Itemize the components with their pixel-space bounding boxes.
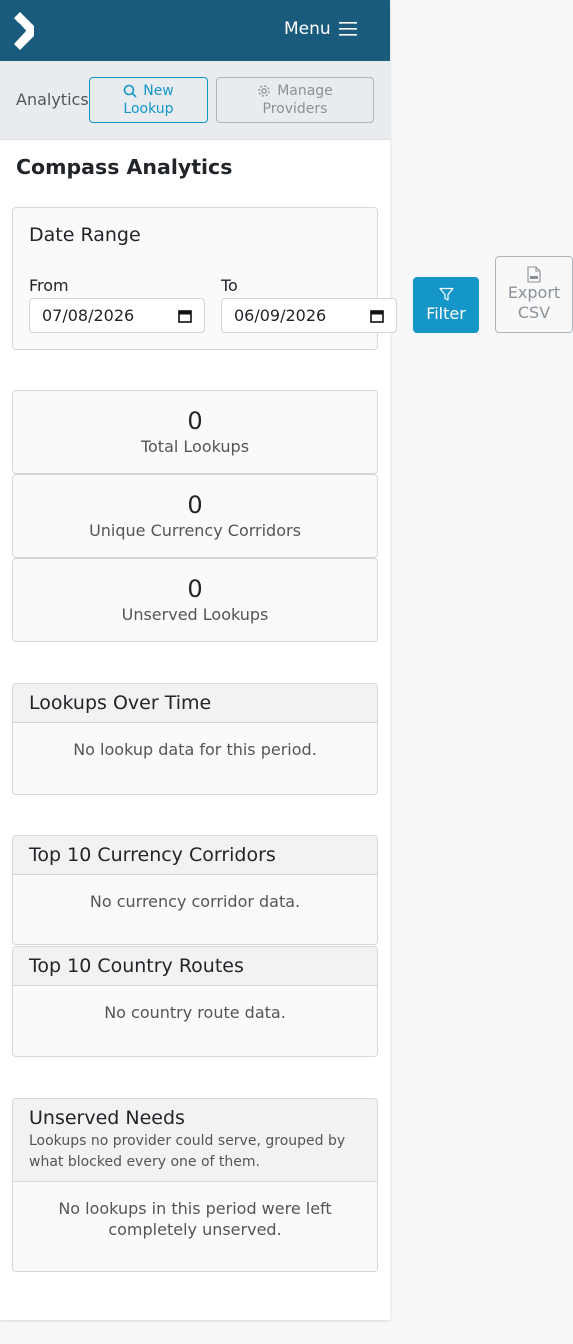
lookups-over-time-panel: Lookups Over Time No lookup data for thi… xyxy=(12,683,378,795)
export-label-2: CSV xyxy=(517,303,551,322)
unserved-needs-panel: Unserved Needs Lookups no provider could… xyxy=(12,1098,378,1272)
page-title: Compass Analytics xyxy=(16,155,233,179)
calendar-icon[interactable] xyxy=(178,309,192,323)
to-label: To xyxy=(221,276,238,295)
filter-icon xyxy=(438,287,454,301)
top-navbar: Menu xyxy=(0,0,390,61)
empty-message: No lookups in this period were left comp… xyxy=(13,1182,377,1240)
from-label: From xyxy=(29,276,69,295)
to-date-input[interactable]: 06/09/2026 xyxy=(221,298,397,333)
filter-label: Filter xyxy=(426,304,466,323)
empty-message: No lookup data for this period. xyxy=(73,740,317,759)
empty-line-1: No lookups in this period were left xyxy=(58,1199,332,1218)
stat-value: 0 xyxy=(187,575,203,603)
stat-label: Total Lookups xyxy=(140,437,250,456)
empty-message: No country route data. xyxy=(104,1003,286,1022)
panel-title: Top 10 Currency Corridors xyxy=(13,836,377,875)
menu-label: Menu xyxy=(284,19,331,39)
export-label-1: Export xyxy=(507,283,561,302)
stat-total-lookups: 0 Total Lookups xyxy=(12,390,378,474)
search-icon xyxy=(123,84,137,98)
manage-providers-label-2: Providers xyxy=(262,101,328,117)
stat-unserved-lookups: 0 Unserved Lookups xyxy=(12,558,378,642)
new-lookup-label-2: Lookup xyxy=(123,101,174,117)
filter-button[interactable]: Filter xyxy=(413,277,479,333)
empty-message: No currency corridor data. xyxy=(89,892,301,911)
new-lookup-button[interactable]: New Lookup xyxy=(89,77,208,123)
panel-title: Top 10 Country Routes xyxy=(13,947,377,986)
empty-line-2: completely unserved. xyxy=(108,1220,282,1239)
sub-navbar: Analytics New Lookup Manage Providers xyxy=(0,61,390,140)
to-date-value: 06/09/2026 xyxy=(234,306,327,325)
stat-unique-corridors: 0 Unique Currency Corridors xyxy=(12,474,378,558)
gear-icon xyxy=(258,85,270,97)
from-date-value: 07/08/2026 xyxy=(42,306,135,325)
subtitle-line-1: Lookups no provider could serve, grouped… xyxy=(29,1133,346,1149)
top-corridors-panel: Top 10 Currency Corridors No currency co… xyxy=(12,835,378,945)
stat-label: Unserved Lookups xyxy=(121,605,269,624)
manage-providers-button[interactable]: Manage Providers xyxy=(216,77,374,123)
brand-logo-icon[interactable] xyxy=(12,12,40,50)
date-range-card: Date Range From 07/08/2026 To 06/09/2026 xyxy=(12,207,397,350)
stat-label: Unique Currency Corridors xyxy=(89,521,301,540)
from-date-input[interactable]: 07/08/2026 xyxy=(29,298,205,333)
hamburger-icon xyxy=(338,22,357,36)
app-shell: Menu Analytics New Lookup Manage Provide… xyxy=(0,0,397,1320)
panel-title: Unserved Needs xyxy=(29,1107,185,1129)
stat-value: 0 xyxy=(187,407,203,435)
subtitle-line-2: what blocked every one of them. xyxy=(29,1154,260,1170)
panel-title: Lookups Over Time xyxy=(13,684,377,723)
new-lookup-label-1: New xyxy=(143,83,174,99)
manage-providers-label-1: Manage xyxy=(277,83,333,99)
menu-toggle-button[interactable]: Menu xyxy=(284,19,357,39)
date-range-heading: Date Range xyxy=(29,224,141,246)
export-csv-button[interactable]: Export CSV xyxy=(495,256,573,333)
stat-value: 0 xyxy=(187,491,203,519)
calendar-icon[interactable] xyxy=(370,309,384,323)
panel-header: Unserved Needs Lookups no provider could… xyxy=(13,1099,377,1182)
csv-file-icon xyxy=(527,266,541,283)
top-routes-panel: Top 10 Country Routes No country route d… xyxy=(12,946,378,1057)
section-label: Analytics xyxy=(16,90,89,109)
panel-subtitle: Lookups no provider could serve, grouped… xyxy=(29,1131,361,1173)
